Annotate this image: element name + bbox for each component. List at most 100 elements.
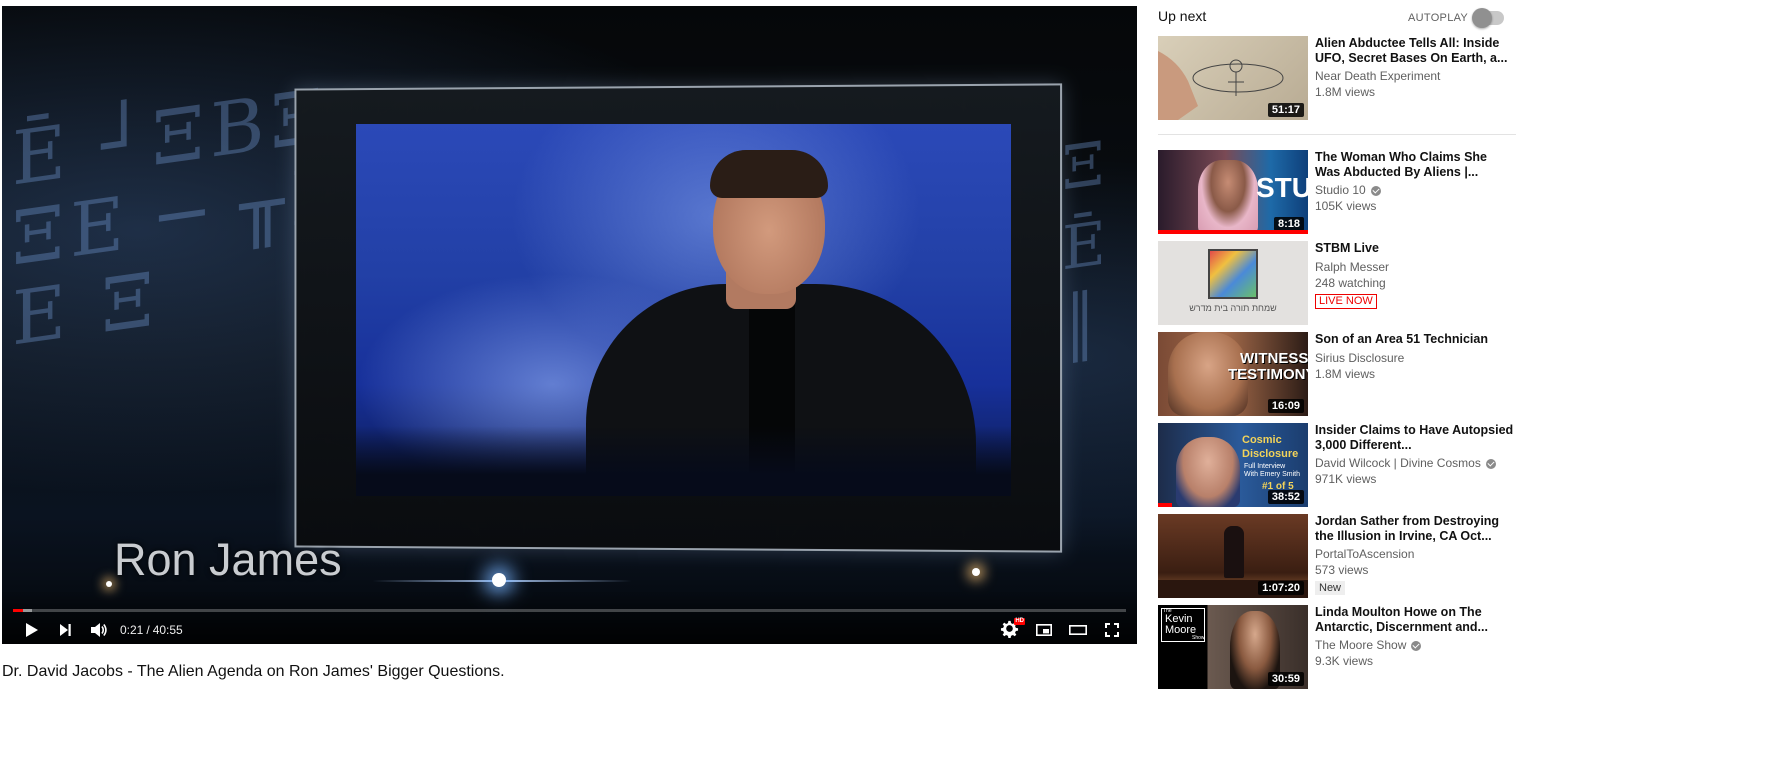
recommendation-title[interactable]: Alien Abductee Tells All: Inside UFO, Se…: [1315, 36, 1515, 65]
lower-third-name: Ron James: [114, 534, 342, 585]
channel-name: PortalToAscension: [1315, 547, 1515, 562]
recommendation-title[interactable]: Son of an Area 51 Technician: [1315, 332, 1515, 347]
miniplayer-button[interactable]: [1027, 616, 1061, 644]
channel-name-text: Near Death Experiment: [1315, 69, 1441, 83]
volume-icon: [91, 623, 107, 637]
autoplay-toggle-knob: [1472, 8, 1493, 28]
duration-badge: 16:09: [1267, 399, 1304, 413]
recommendation-title[interactable]: Jordan Sather from Destroying the Illusi…: [1315, 514, 1515, 543]
thumbnail-text: Full Interview: [1244, 463, 1286, 470]
channel-name: Ralph Messer: [1315, 260, 1515, 275]
channel-name-text: Sirius Disclosure: [1315, 350, 1405, 365]
autoplay-label: AUTOPLAY: [1408, 12, 1469, 24]
watched-progress: [1158, 230, 1308, 234]
recommendation-list: 51:17 Alien Abductee Tells All: Inside U…: [1158, 36, 1516, 696]
video-thumbnail[interactable]: שמחת תורה בית מדרש: [1158, 241, 1308, 325]
lens-flare: [492, 573, 506, 587]
background-glyphs-right: Ξ Ē ║: [1062, 127, 1112, 365]
time-display: 0:21/40:55: [120, 623, 183, 637]
channel-name: Sirius Disclosure: [1315, 351, 1515, 366]
video-player[interactable]: Ē ┘ΞBΞ ΞΕ ─ ╥Ē Ε Ξ Ξ Ē ║ Ron James 0:21 …: [2, 6, 1137, 644]
channel-name-text: PortalToAscension: [1315, 547, 1415, 561]
total-duration: 40:55: [152, 623, 183, 637]
recommendation-title[interactable]: Insider Claims to Have Autopsied 3,000 D…: [1315, 423, 1515, 452]
miniplayer-icon: [1036, 624, 1052, 636]
thumbnail-text: שמחת תורה בית מדרש: [1189, 303, 1277, 313]
recommendation-item[interactable]: 1:07:20 Jordan Sather from Destroying th…: [1158, 514, 1516, 598]
video-thumbnail[interactable]: 1:07:20: [1158, 514, 1308, 598]
next-button[interactable]: [48, 616, 82, 644]
watching-count: 248 watching: [1315, 275, 1386, 290]
video-thumbnail[interactable]: Cosmic Disclosure Full Interview With Em…: [1158, 423, 1308, 507]
up-next-heading: Up next: [1158, 8, 1207, 24]
recommendation-item[interactable]: WITNESS TESTIMONY 16:09 Son of an Area 5…: [1158, 332, 1516, 416]
fullscreen-icon: [1105, 623, 1119, 637]
view-count: 9.3K views: [1315, 654, 1374, 668]
autoplay-control: AUTOPLAY: [1408, 8, 1505, 28]
recommendation-item[interactable]: שמחת תורה בית מדרש STBM Live Ralph Messe…: [1158, 241, 1516, 325]
view-count: 971K views: [1315, 472, 1377, 486]
fullscreen-button[interactable]: [1095, 616, 1129, 644]
recommendation-title[interactable]: The Woman Who Claims She Was Abducted By…: [1315, 150, 1515, 179]
view-count: 1.8M views: [1315, 85, 1376, 99]
verified-check-icon: [1485, 458, 1496, 469]
play-icon: [26, 623, 38, 637]
channel-name-text: The Moore Show: [1315, 638, 1407, 652]
play-button[interactable]: [14, 616, 48, 644]
duration-badge: 1:07:20: [1258, 581, 1304, 595]
theater-mode-button[interactable]: [1061, 616, 1095, 644]
studio-screen: [356, 124, 1011, 496]
channel-name-text: Ralph Messer: [1315, 259, 1390, 274]
view-count: 1.8M views: [1315, 366, 1376, 381]
channel-name: Near Death Experiment: [1315, 69, 1515, 84]
recommendation-item[interactable]: Cosmic Disclosure Full Interview With Em…: [1158, 423, 1516, 507]
video-thumbnail[interactable]: STU 8:18: [1158, 150, 1308, 234]
video-thumbnail[interactable]: The Kevin Moore Show 30:59: [1158, 605, 1308, 689]
duration-badge: 38:52: [1267, 490, 1304, 504]
view-count: 105K views: [1315, 199, 1377, 213]
autoplay-toggle[interactable]: [1472, 8, 1505, 28]
recommendation-item[interactable]: The Kevin Moore Show 30:59 Linda Moulton…: [1158, 605, 1516, 689]
time-separator: /: [146, 623, 150, 637]
recommendation-title[interactable]: Linda Moulton Howe on The Antarctic, Dis…: [1315, 605, 1515, 634]
current-time: 0:21: [120, 623, 144, 637]
channel-name: David Wilcock | Divine Cosmos: [1315, 456, 1515, 471]
screen-horizon: [356, 426, 1011, 496]
speaker-hair: [710, 150, 828, 198]
video-thumbnail[interactable]: WITNESS TESTIMONY 16:09: [1158, 332, 1308, 416]
settings-button[interactable]: HD: [993, 616, 1027, 644]
next-icon: [60, 624, 71, 636]
theater-mode-icon: [1069, 625, 1087, 635]
video-thumbnail[interactable]: 51:17: [1158, 36, 1308, 120]
thumbnail-text: TESTIMONY: [1228, 366, 1308, 383]
recommendation-item[interactable]: 51:17 Alien Abductee Tells All: Inside U…: [1158, 36, 1516, 120]
channel-name: Studio 10: [1315, 183, 1515, 198]
live-now-badge: LIVE NOW: [1315, 293, 1377, 309]
duration-badge: 8:18: [1273, 217, 1304, 231]
view-count: 573 views: [1315, 563, 1369, 577]
lens-flare-small: [972, 568, 980, 576]
thumbnail-text: Disclosure: [1242, 448, 1299, 460]
verified-check-icon: [1370, 185, 1381, 196]
volume-button[interactable]: [82, 616, 116, 644]
duration-badge: 30:59: [1267, 672, 1304, 686]
thumbnail-text: WITNESS: [1240, 350, 1308, 367]
watched-progress: [1158, 503, 1172, 507]
progress-bar[interactable]: [13, 609, 1126, 612]
video-title: Dr. David Jacobs - The Alien Agenda on R…: [2, 663, 505, 680]
thumbnail-text: With Emery Smith: [1244, 471, 1301, 478]
thumbnail-text: Show: [1192, 635, 1205, 641]
channel-name: The Moore Show: [1315, 638, 1515, 653]
thumbnail-text: Cosmic: [1242, 434, 1282, 446]
thumbnail-speaker: [1224, 526, 1244, 578]
thumbnail-text: STU: [1256, 172, 1308, 203]
channel-name-text: David Wilcock | Divine Cosmos: [1315, 456, 1481, 470]
section-divider: [1158, 134, 1516, 135]
video-frame: Ē ┘ΞBΞ ΞΕ ─ ╥Ē Ε Ξ Ξ Ē ║ Ron James: [2, 6, 1137, 644]
progress-played: [13, 609, 23, 612]
recommendation-item[interactable]: STU 8:18 The Woman Who Claims She Was Ab…: [1158, 150, 1516, 234]
thumbnail-person: [1198, 160, 1258, 234]
recommendation-title[interactable]: STBM Live: [1315, 241, 1515, 256]
thumbnail-logo: [1208, 249, 1258, 299]
hd-badge: HD: [1014, 618, 1025, 625]
